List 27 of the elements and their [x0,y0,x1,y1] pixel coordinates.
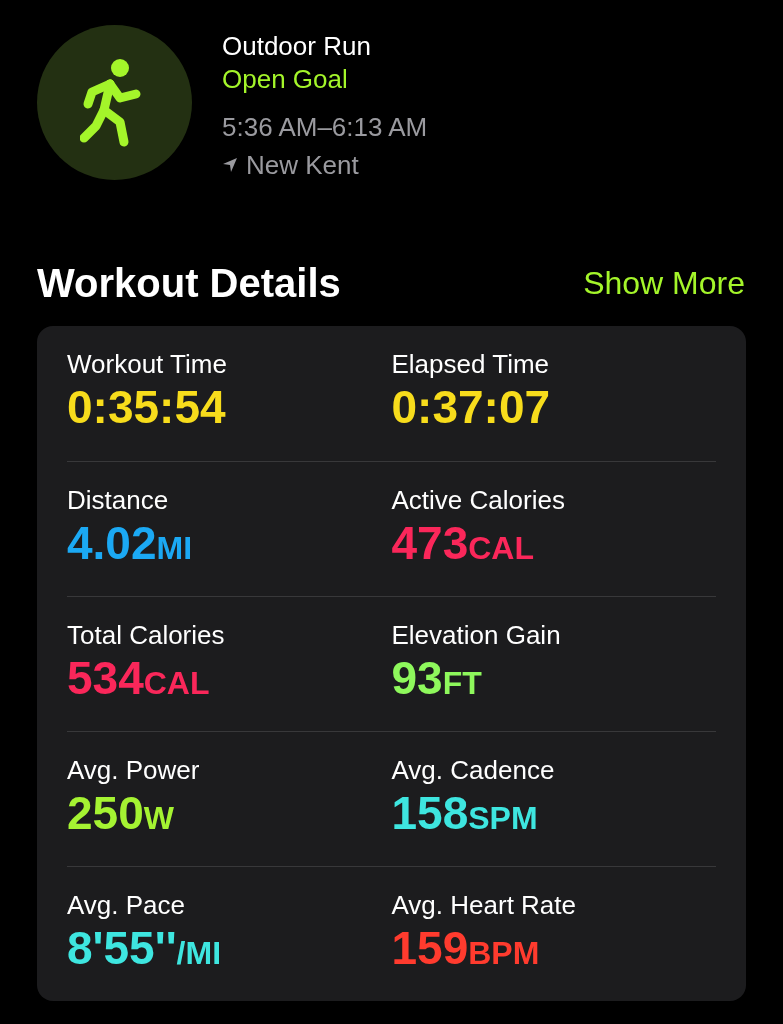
workout-title: Outdoor Run [222,30,372,63]
metric-label: Avg. Power [67,754,201,786]
metric-value: 0:35:54 [67,380,227,434]
metric-value: 93FT [391,651,483,706]
metric-value: 534CAL [67,651,211,706]
metric-value: 0:37:07 [391,380,552,434]
workout-goal: Open Goal [222,63,349,95]
workout-time: 5:36 AM–6:13 AM [222,111,428,144]
workout-location: New Kent [246,149,359,182]
metric-value: 250W [67,786,175,841]
metric-value: 473CAL [391,516,535,571]
metric-value: 4.02MI [67,516,194,571]
metric-label: Distance [67,484,170,516]
metric-value: 8'55''/MI [67,921,222,976]
show-more-link[interactable]: Show More [583,265,745,302]
metric-label: Workout Time [67,348,228,380]
metric-label: Elevation Gain [391,619,562,651]
metric-label: Avg. Heart Rate [391,889,577,921]
metric-label: Avg. Pace [67,889,187,921]
metric-value: 158SPM [391,786,539,841]
metric-value: 159BPM [391,921,541,976]
location-arrow-icon [222,157,238,173]
section-heading: Workout Details [37,261,341,306]
metric-label: Total Calories [67,619,226,651]
metric-label: Avg. Cadence [391,754,556,786]
metric-label: Active Calories [391,484,566,516]
metric-label: Elapsed Time [391,348,551,380]
